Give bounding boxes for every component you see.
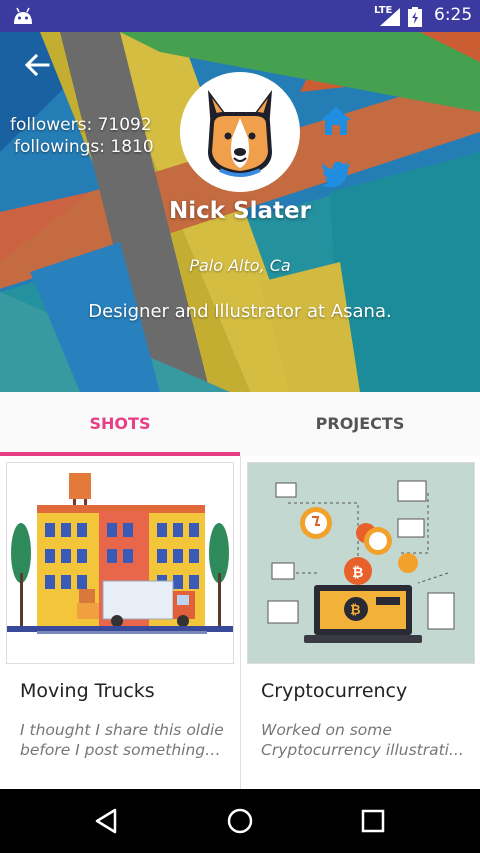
card-title: Moving Trucks: [20, 680, 155, 702]
android-icon: [14, 7, 32, 24]
card-description-line: Worked on some: [261, 721, 392, 739]
navigation-bar: [0, 789, 480, 853]
followings-count: followings: 1810: [14, 137, 154, 157]
corgi-avatar-image: [208, 90, 272, 177]
card-title: Cryptocurrency: [261, 680, 408, 702]
shot-thumbnail[interactable]: [6, 462, 234, 664]
card-description: Worked on some Cryptocurrency illustrati…: [261, 720, 465, 760]
card-description-line: before I post something....: [20, 741, 224, 759]
back-triangle-icon[interactable]: [92, 806, 122, 836]
home-circle-icon[interactable]: [225, 806, 255, 836]
profile-name: Nick Slater: [169, 198, 311, 224]
profile-header: followers: 71092 followings: 1810 Nick S…: [0, 32, 480, 392]
status-bar: LTE 6:25: [0, 0, 480, 32]
signal-icon: [380, 8, 400, 26]
tab-bar: SHOTS PROJECTS: [0, 392, 480, 457]
cryptocurrency-illustration: ₿ ₿: [248, 463, 474, 663]
profile-location: Palo Alto, Ca: [189, 256, 291, 275]
card-description-line: I thought I share this oldie: [20, 721, 224, 739]
recents-square-icon[interactable]: [358, 806, 388, 836]
clock: 6:25: [434, 5, 473, 25]
twitter-icon[interactable]: [321, 161, 351, 187]
home-icon[interactable]: [320, 106, 352, 136]
shot-thumbnail[interactable]: ₿ ₿: [247, 462, 475, 664]
battery-icon: [408, 7, 422, 27]
tab-projects[interactable]: PROJECTS: [240, 392, 480, 456]
shots-grid: Moving Trucks I thought I share this old…: [0, 456, 480, 789]
svg-text:₿: ₿: [352, 565, 363, 581]
card-description-line: Cryptocurrency illustrati...: [261, 741, 464, 759]
followers-count: followers: 71092: [10, 115, 152, 135]
tab-shots[interactable]: SHOTS: [0, 392, 240, 456]
card-description: I thought I share this oldie before I po…: [20, 720, 224, 760]
shot-card-moving-trucks[interactable]: Moving Trucks I thought I share this old…: [0, 456, 239, 789]
svg-text:₿: ₿: [350, 603, 361, 618]
shot-card-cryptocurrency[interactable]: ₿ ₿ Cryptocurrency Worked on some Crypto…: [240, 456, 480, 789]
moving-trucks-illustration: [7, 463, 233, 663]
profile-stats: followers: 71092 followings: 1810: [10, 114, 154, 158]
arrow-back-icon[interactable]: [22, 50, 52, 80]
profile-bio: Designer and Illustrator at Asana.: [88, 301, 392, 322]
avatar[interactable]: [180, 72, 300, 192]
